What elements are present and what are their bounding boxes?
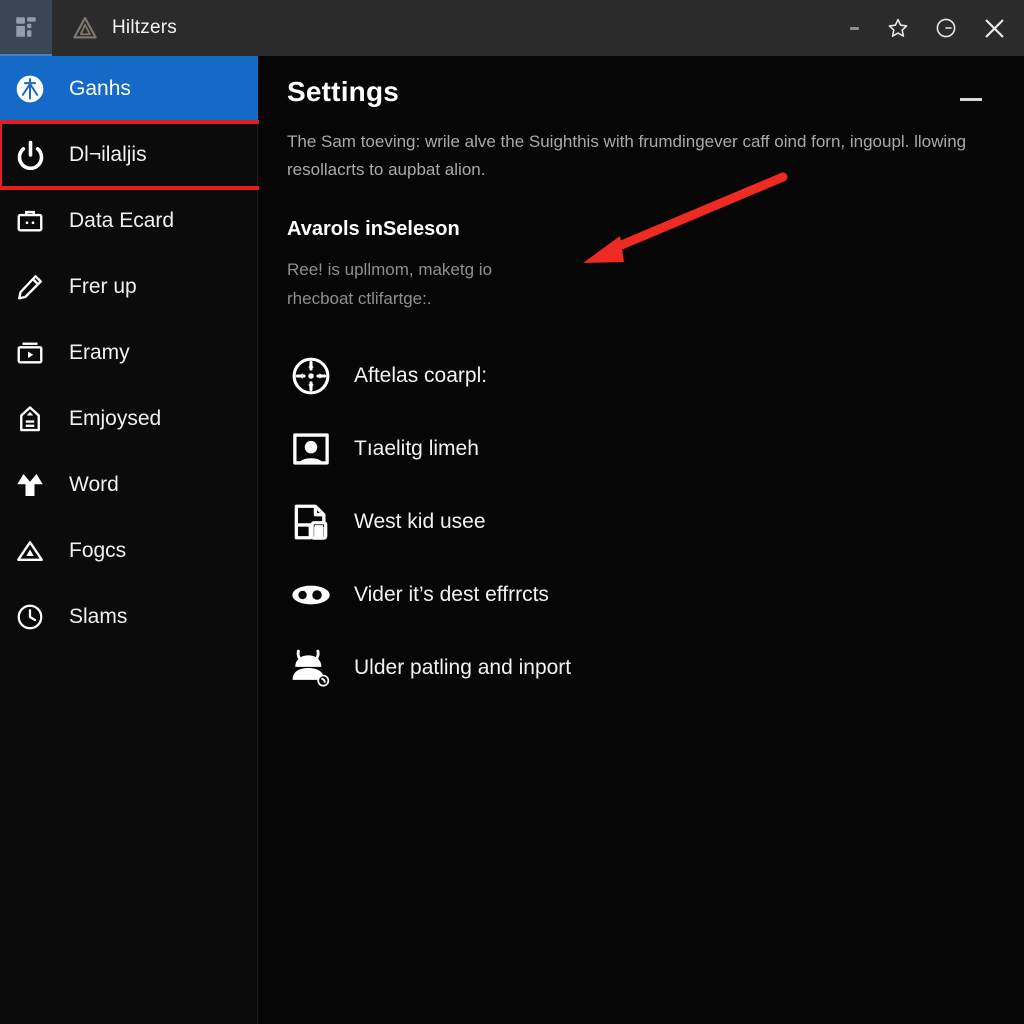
close-button[interactable]: [970, 0, 1018, 56]
double-arrow-icon: [10, 465, 50, 505]
section-title: Avarols inSeleson: [287, 218, 460, 240]
sidebar-item-label: Fogcs: [69, 539, 127, 562]
triangle-logo-icon: [70, 13, 100, 43]
option-row-taelitg-limeh[interactable]: Tıaelitg limeh: [287, 412, 996, 485]
sidebar-item-label: Data Ecard: [69, 209, 175, 232]
clock-icon: [10, 597, 50, 637]
sidebar-item-frer-up[interactable]: Frer up: [0, 254, 257, 320]
clock-circle-icon: [934, 16, 958, 40]
option-label: Tıaelitg limeh: [354, 436, 479, 460]
minimize-button[interactable]: [954, 84, 988, 114]
warning-triangle-icon: [10, 531, 50, 571]
section-description: Ree! is upllmom, maketg io rhecboat ctli…: [287, 260, 493, 308]
sidebar-item-dlilaljis[interactable]: Dl¬ilaljis: [0, 120, 274, 190]
star-icon: [886, 16, 910, 40]
sidebar-item-ganhs[interactable]: Ganhs: [0, 56, 258, 122]
camera-portrait-icon: [287, 425, 335, 473]
power-icon: [10, 135, 50, 175]
tab-title-text: Hiltzers: [112, 17, 177, 38]
option-row-west-kid-usee[interactable]: West kid usee: [287, 485, 996, 558]
minimize-icon: [960, 97, 982, 101]
sidebar-item-label: Ganhs: [69, 77, 131, 100]
sidebar-item-word[interactable]: Word: [0, 452, 257, 518]
sidebar-item-fogcs[interactable]: Fogcs: [0, 518, 257, 584]
option-row-aftelas-coarpl[interactable]: Aftelas coarpl:: [287, 339, 996, 412]
titlebar: Hiltzers: [0, 0, 1024, 56]
dash-button[interactable]: [834, 0, 874, 56]
document-delete-icon: [287, 498, 335, 546]
sidebar-item-eramy[interactable]: Eramy: [0, 320, 257, 386]
sidebar-item-label: Frer up: [69, 275, 137, 298]
sidebar-item-slams[interactable]: Slams: [0, 584, 257, 650]
option-label: Aftelas coarpl:: [354, 363, 488, 387]
option-label: Vider it’s dest effrrcts: [354, 582, 549, 606]
circle-tree-icon: [10, 69, 50, 109]
option-row-vider-dest-effrrcts[interactable]: Vider it’s dest effrrcts: [287, 558, 996, 631]
page-title: Settings: [287, 76, 400, 107]
app-grid-icon: [13, 14, 39, 40]
sidebar-item-label: Emjoysed: [69, 407, 162, 430]
toggle-eyes-icon: [287, 571, 335, 619]
page-description: The Sam toeving: wrile alve the Suighthi…: [287, 132, 967, 179]
sidebar-item-label: Word: [69, 473, 119, 496]
sidebar-item-label: Slams: [69, 605, 128, 628]
app-window: Hiltzers Ganhs Dl¬ilaljis Data Ecard Fre…: [0, 0, 1024, 1024]
sidebar: Ganhs Dl¬ilaljis Data Ecard Frer up Eram…: [0, 56, 274, 1024]
browser-tab[interactable]: Hiltzers: [70, 13, 834, 43]
option-row-ulder-patling-inport[interactable]: Ulder patling and inport: [287, 631, 996, 704]
app-tab-button[interactable]: [0, 0, 52, 56]
window-controls: [834, 0, 1018, 56]
history-button[interactable]: [922, 0, 970, 56]
option-label: Ulder patling and inport: [354, 655, 572, 679]
sidebar-item-label: Dl¬ilaljis: [69, 143, 147, 166]
close-x-icon: [981, 15, 1008, 42]
main-header: Settings: [287, 76, 996, 114]
dpad-circle-icon: [287, 352, 335, 400]
pencil-icon: [10, 267, 50, 307]
main-panel: Settings The Sam toeving: wrile alve the…: [259, 56, 1024, 1024]
favorite-button[interactable]: [874, 0, 922, 56]
media-play-card-icon: [10, 333, 50, 373]
briefcase-icon: [10, 201, 50, 241]
option-label: West kid usee: [354, 509, 486, 533]
robot-head-icon: [287, 644, 335, 692]
dash-icon: [849, 26, 859, 30]
house-arrow-icon: [10, 399, 50, 439]
sidebar-item-emjoysed[interactable]: Emjoysed: [0, 386, 257, 452]
sidebar-item-label: Eramy: [69, 341, 130, 364]
option-list: Aftelas coarpl: Tıaelitg limeh West kid …: [287, 339, 996, 704]
sidebar-item-data-ecard[interactable]: Data Ecard: [0, 188, 257, 254]
